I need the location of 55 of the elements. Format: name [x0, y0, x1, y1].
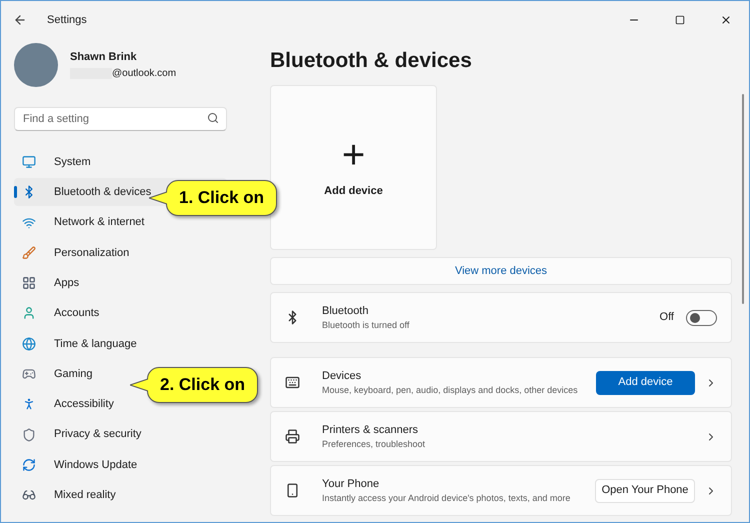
accessibility-icon — [22, 397, 36, 412]
user-email: @outlook.com — [112, 66, 176, 81]
shield-icon — [22, 428, 36, 442]
printer-icon — [285, 429, 300, 444]
nav-item[interactable]: Mixed reality — [14, 481, 227, 510]
settings-card[interactable]: Devices Mouse, keyboard, pen, audio, displays and docks, other devices Add device — [270, 357, 732, 408]
avatar — [14, 43, 58, 87]
gamepad-icon — [22, 367, 36, 382]
nav-item[interactable]: Privacy & security — [14, 420, 227, 449]
callout-tooltip: 1. Click on — [166, 180, 278, 216]
card-title: Printers & scanners — [322, 422, 419, 438]
monitor-icon — [22, 155, 36, 169]
callout-tooltip: 2. Click on — [147, 367, 258, 402]
close-icon — [720, 14, 732, 26]
globe-icon — [22, 336, 36, 351]
card-subtitle: Mouse, keyboard, pen, audio, displays and docks, other devices — [322, 384, 579, 397]
scrollbar[interactable] — [742, 94, 744, 304]
toggle-state: Off — [660, 310, 674, 326]
card-subtitle: Preferences, troubleshoot — [322, 438, 426, 451]
open-phone-button[interactable]: Open Your Phone — [595, 478, 695, 502]
card-title: Devices — [322, 368, 362, 384]
search-field[interactable]: Find a setting — [14, 107, 227, 131]
window-title: Settings — [47, 12, 87, 28]
search-icon — [207, 112, 219, 124]
view-more-link[interactable]: View more devices — [454, 262, 548, 280]
card-title: Bluetooth — [322, 304, 370, 318]
card-subtitle: Instantly access your Android device's photos, texts, and more — [322, 492, 572, 505]
wifi-icon — [22, 216, 36, 230]
user-name: Shawn Brink — [70, 50, 138, 66]
nav-item[interactable]: Apps — [14, 269, 227, 298]
apps-grid-icon — [22, 276, 36, 290]
maximize-icon — [675, 15, 685, 25]
settings-card[interactable]: Bluetooth Bluetooth is turned off Off — [270, 292, 732, 343]
callout-pointer — [149, 190, 167, 205]
add-device-button[interactable]: Add device — [596, 370, 695, 394]
callout-pointer — [130, 378, 148, 392]
settings-card[interactable]: Printers & scanners Preferences, troubleshoot — [270, 411, 732, 462]
brush-icon — [22, 246, 36, 260]
person-icon — [22, 306, 36, 320]
page-title: Bluetooth & devices — [270, 48, 473, 74]
nav-item[interactable]: Accounts — [14, 299, 227, 328]
add-device-tile[interactable]: + Add device — [270, 85, 437, 250]
settings-card[interactable]: Your Phone Instantly access your Android device's photos, texts, and more Open Your Phone — [270, 465, 732, 516]
nav-item[interactable]: Time & language — [14, 330, 227, 358]
keyboard-icon — [285, 375, 300, 390]
toggle-switch[interactable] — [686, 310, 717, 326]
nav-item[interactable]: Personalization — [14, 238, 227, 267]
refresh-icon — [22, 458, 36, 472]
card-title: Your Phone — [322, 476, 380, 492]
back-icon[interactable] — [13, 13, 27, 27]
selection-indicator — [14, 186, 17, 198]
card-subtitle: Bluetooth is turned off — [322, 319, 410, 332]
phone-icon — [285, 483, 300, 498]
nav-item[interactable]: Windows Update — [14, 450, 227, 479]
nav-item[interactable]: System — [14, 148, 227, 176]
